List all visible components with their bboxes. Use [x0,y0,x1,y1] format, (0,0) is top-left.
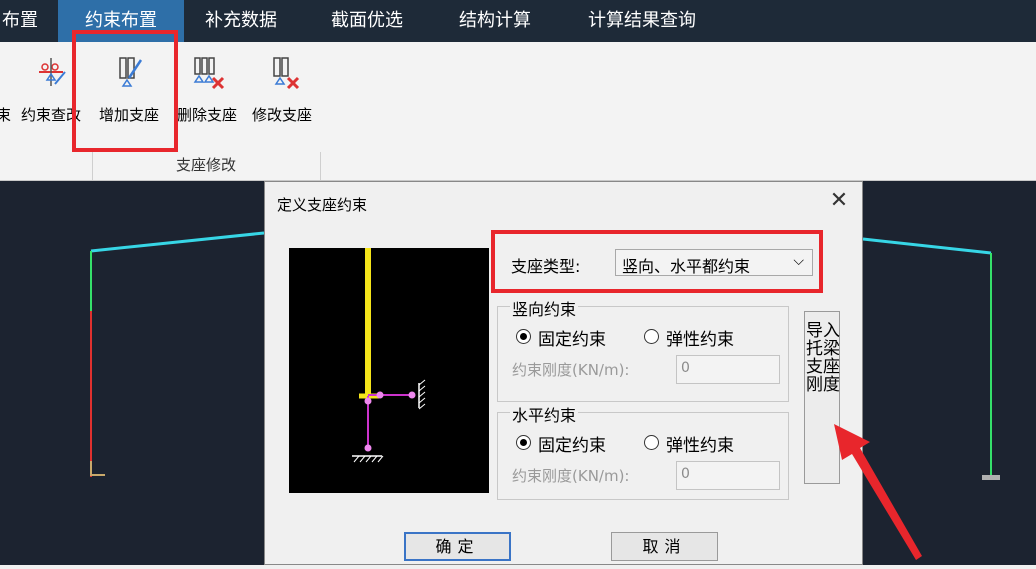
ribbon-button-partial-label: 束 [0,106,12,124]
tab-structural-calculation[interactable]: 结构计算 [459,0,531,42]
support-symbol-right [982,475,1000,480]
tab-layout[interactable]: 布置 [0,0,52,42]
horizontal-elastic-label: 弹性约束 [666,436,734,456]
cancel-button[interactable]: 取消 [611,532,718,561]
add-support-button[interactable]: 增加支座 [90,48,168,160]
support-symbol-left [90,461,105,476]
horizontal-fixed-label: 固定约束 [538,436,606,456]
support-preview-drawing [352,248,426,463]
horizontal-stiffness-value: 0 [681,466,690,482]
dialog-title: 定义支座约束 [277,196,368,214]
delete-support-label: 删除支座 [176,106,237,124]
chevron-down-icon: ⌵ [793,253,804,269]
import-joist-support-stiffness-label: 导入托梁支座刚度 [806,321,840,395]
preview-node [364,444,372,452]
ok-button[interactable]: 确定 [404,532,511,561]
horizontal-stiffness-label: 约束刚度(KN/m): [512,467,630,485]
modify-support-icon [273,57,300,90]
constraint-query-button[interactable]: 约束查改 [14,48,88,160]
preview-node [408,391,416,399]
close-icon[interactable]: ✕ [826,188,852,214]
support-preview [289,248,489,493]
ribbon: 束 约束查改 增加支座 删除支座 修改支座 支座修改 [0,42,1036,181]
vertical-fixed-radio[interactable] [516,329,531,344]
support-type-select[interactable]: 竖向、水平都约束 ⌵ [615,249,813,276]
define-support-constraint-dialog: 定义支座约束 ✕ 支座类型: 竖向、水平都约束 ⌵ 竖向约束 固定约束 弹性约束… [264,181,863,565]
delete-support-button[interactable]: 删除支座 [172,48,242,160]
annotation-arrow [834,424,922,560]
menu-bar: 布置 约束布置 补充数据 截面优选 结构计算 计算结果查询 [0,0,1036,42]
modify-support-label: 修改支座 [251,106,312,124]
horizontal-constraint-title: 水平约束 [510,402,579,426]
ribbon-group-separator [92,152,93,180]
ribbon-group-separator [320,152,321,180]
horizontal-fixed-radio[interactable] [516,435,531,450]
vertical-elastic-radio[interactable] [644,329,659,344]
vertical-stiffness-value: 0 [681,360,690,376]
ribbon-button-partial[interactable]: 束 [0,48,14,160]
vertical-elastic-label: 弹性约束 [666,330,734,350]
delete-support-icon [193,57,225,90]
vertical-stiffness-label: 约束刚度(KN/m): [512,361,630,379]
horizontal-constraint-group: 水平约束 固定约束 弹性约束 约束刚度(KN/m): 0 [497,402,789,500]
modify-support-button[interactable]: 修改支座 [244,48,320,160]
vertical-stiffness-input[interactable]: 0 [676,355,780,384]
horizontal-stiffness-input[interactable]: 0 [676,461,780,490]
support-type-label: 支座类型: [511,257,581,276]
tab-supplementary-data[interactable]: 补充数据 [205,0,277,42]
constraint-query-icon [39,58,66,86]
preview-horizontal-hatch [418,379,426,410]
constraint-query-label: 约束查改 [20,106,81,124]
add-support-label: 增加支座 [98,106,159,124]
horizontal-elastic-radio[interactable] [644,435,659,450]
vertical-constraint-group: 竖向约束 固定约束 弹性约束 约束刚度(KN/m): 0 [497,296,789,402]
beam-left [90,231,265,253]
preview-vertical-hatch [353,455,384,463]
preview-node [364,397,372,405]
vertical-constraint-title: 竖向约束 [510,296,579,320]
tab-section-optimization[interactable]: 截面优选 [331,0,403,42]
beam-right [862,237,992,255]
add-support-icon [119,57,143,87]
tab-constraint-layout[interactable]: 约束布置 [58,0,184,42]
preview-node [376,391,384,399]
vertical-fixed-label: 固定约束 [538,330,606,350]
support-type-value: 竖向、水平都约束 [622,257,751,276]
tab-result-query[interactable]: 计算结果查询 [588,0,696,42]
support-modify-group-label: 支座修改 [175,156,236,174]
